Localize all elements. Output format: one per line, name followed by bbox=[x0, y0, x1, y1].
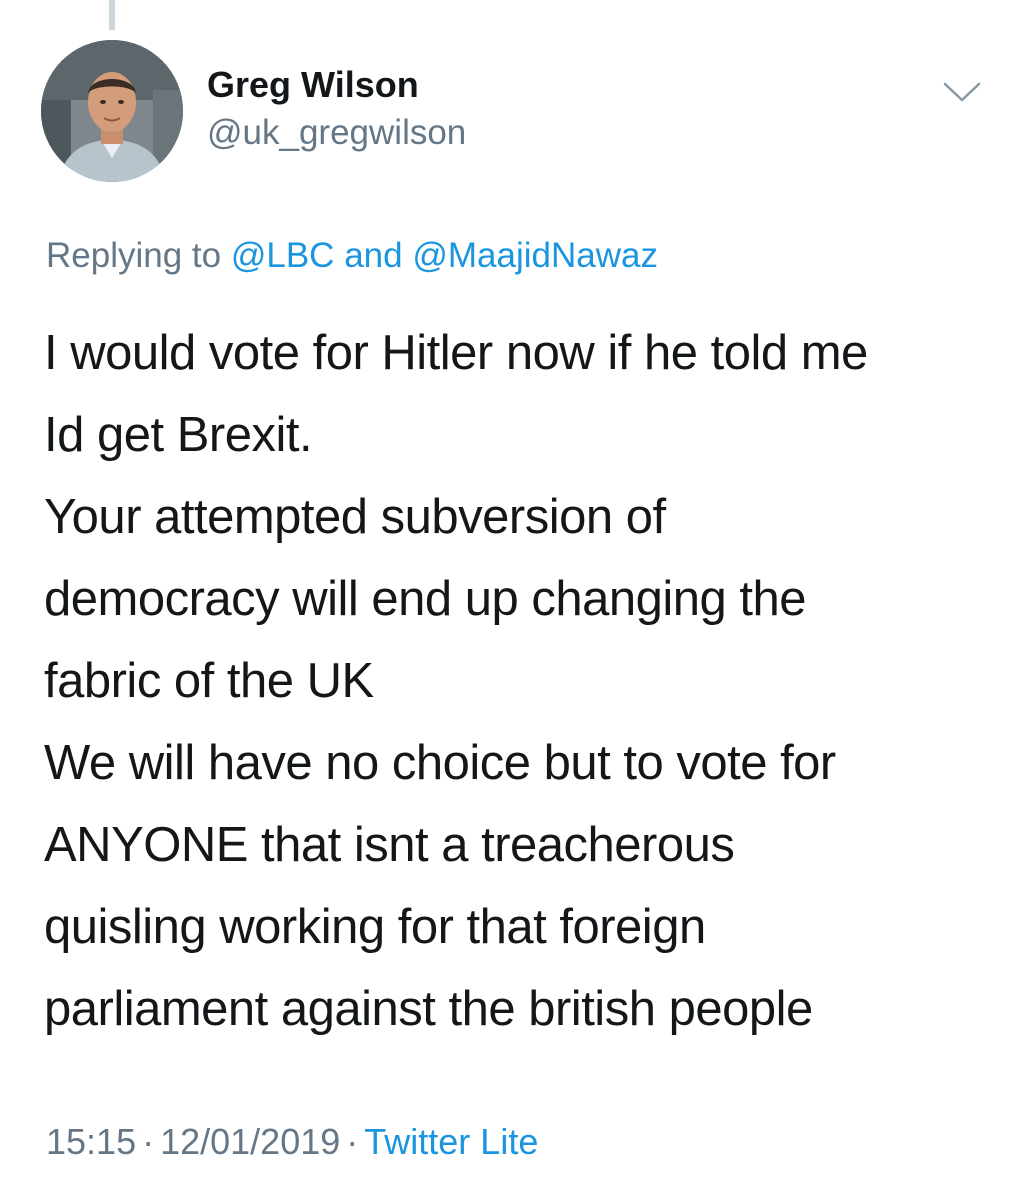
mention-joiner[interactable]: and bbox=[344, 236, 402, 275]
tweet-source[interactable]: Twitter Lite bbox=[364, 1121, 538, 1162]
tweet-text: I would vote for Hitler now if he told m… bbox=[44, 312, 1004, 1050]
thread-connector-line bbox=[109, 0, 115, 30]
mention-maajidnawaz[interactable]: @MaajidNawaz bbox=[412, 236, 658, 275]
tweet-date[interactable]: 12/01/2019 bbox=[160, 1121, 340, 1162]
tweet-text-line: quisling working for that foreign bbox=[44, 900, 706, 954]
chevron-down-icon[interactable] bbox=[942, 80, 982, 104]
tweet-text-line: democracy will end up changing the bbox=[44, 572, 807, 626]
tweet-text-line: Your attempted subversion of bbox=[44, 490, 666, 544]
tweet-time[interactable]: 15:15 bbox=[46, 1121, 136, 1162]
tweet-text-line: fabric of the UK bbox=[44, 654, 374, 708]
meta-separator: · bbox=[346, 1121, 359, 1162]
tweet-text-line: We will have no choice but to vote for bbox=[44, 736, 836, 790]
author-display-name[interactable]: Greg Wilson bbox=[207, 64, 419, 106]
avatar-image bbox=[41, 40, 183, 182]
mention-lbc[interactable]: @LBC bbox=[231, 236, 335, 275]
meta-separator: · bbox=[142, 1121, 155, 1162]
author-handle[interactable]: @uk_gregwilson bbox=[207, 113, 466, 153]
tweet-text-line: parliament against the british people bbox=[44, 982, 813, 1036]
tweet-text-line: ANYONE that isnt a treacherous bbox=[44, 818, 735, 872]
tweet-text-line: I would vote for Hitler now if he told m… bbox=[44, 326, 868, 380]
replying-to-prefix: Replying to bbox=[46, 236, 222, 275]
avatar[interactable] bbox=[41, 40, 183, 182]
replying-to: Replying to @LBC and @MaajidNawaz bbox=[46, 236, 658, 276]
tweet-text-line: Id get Brexit. bbox=[44, 408, 313, 462]
tweet-meta: 15:15 · 12/01/2019 · Twitter Lite bbox=[46, 1121, 538, 1163]
